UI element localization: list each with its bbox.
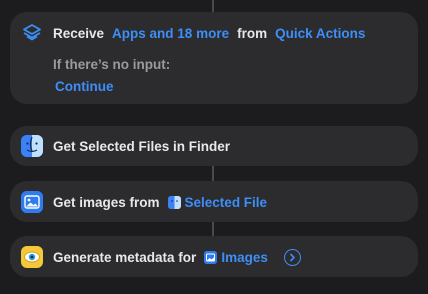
receive-action-card[interactable]: Receive Apps and 18 more from Quick Acti…: [10, 12, 418, 104]
image-icon: [204, 250, 218, 264]
images-token[interactable]: Images: [221, 250, 268, 265]
selected-file-token[interactable]: Selected File: [185, 195, 268, 210]
shortcuts-layers-icon: [21, 22, 43, 44]
action-label: Get Selected Files in Finder: [53, 138, 231, 154]
generate-metadata-action[interactable]: Generate metadata for Images: [10, 236, 418, 277]
receive-source-token[interactable]: Quick Actions: [275, 26, 365, 41]
receive-label: Receive: [53, 25, 105, 41]
finder-icon: [167, 195, 181, 209]
get-selected-files-action[interactable]: Get Selected Files in Finder: [10, 126, 418, 166]
image-icon: [21, 191, 43, 213]
flow-connector: [212, 166, 214, 181]
chevron-right-circle-icon[interactable]: [283, 248, 301, 266]
no-input-action-token[interactable]: Continue: [55, 79, 114, 94]
flow-connector: [212, 0, 214, 12]
eye-icon: [21, 246, 43, 268]
get-images-action[interactable]: Get images from Selected File: [10, 181, 418, 222]
from-label: from: [237, 25, 268, 41]
no-input-label: If there’s no input:: [53, 56, 171, 72]
finder-icon: [21, 135, 43, 157]
receive-types-token[interactable]: Apps and 18 more: [112, 26, 229, 41]
action-label: Get images from: [53, 194, 160, 210]
action-label: Generate metadata for: [53, 249, 197, 265]
flow-connector: [212, 222, 214, 236]
